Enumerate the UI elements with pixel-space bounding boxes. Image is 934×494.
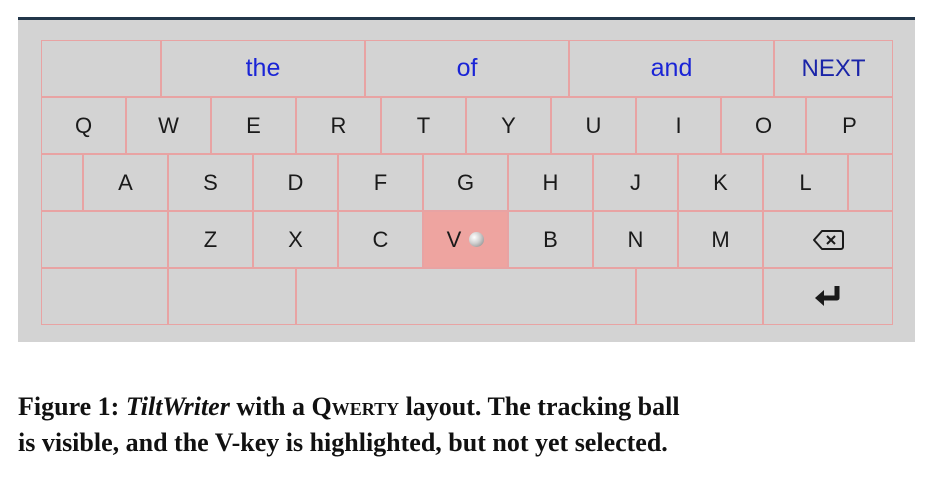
key-x[interactable]: X	[253, 211, 338, 268]
figure-caption-line-1: Figure 1: TiltWriter with a Qwerty layou…	[18, 390, 918, 424]
space-bar[interactable]	[296, 268, 636, 325]
key-y[interactable]: Y	[466, 97, 551, 154]
caption-prefix: Figure 1:	[18, 392, 126, 421]
suggestion-of[interactable]: of	[365, 40, 569, 97]
key-z[interactable]: Z	[168, 211, 253, 268]
figure-caption-line-2: is visible, and the V-key is highlighted…	[18, 428, 668, 457]
key-f[interactable]: F	[338, 154, 423, 211]
key-row-2: A S D F G H J K L	[41, 154, 893, 211]
key-l[interactable]: L	[763, 154, 848, 211]
key-s[interactable]: S	[168, 154, 253, 211]
suggestion-the[interactable]: the	[161, 40, 365, 97]
suggestion-bar: the of and NEXT	[41, 40, 893, 97]
row-2-right-spacer	[848, 154, 893, 211]
next-button[interactable]: NEXT	[774, 40, 893, 97]
keyboard: the of and NEXT Q W E R T Y U I O P A S …	[18, 17, 915, 342]
caption-middle: with a	[229, 392, 312, 421]
key-d[interactable]: D	[253, 154, 338, 211]
bottom-second-key[interactable]	[168, 268, 296, 325]
key-h[interactable]: H	[508, 154, 593, 211]
caption-line1-end: layout. The tracking ball	[399, 392, 680, 421]
key-c[interactable]: C	[338, 211, 423, 268]
key-row-4	[41, 268, 893, 325]
caption-app-name: TiltWriter	[125, 392, 230, 421]
bottom-left-key[interactable]	[41, 268, 168, 325]
key-n[interactable]: N	[593, 211, 678, 268]
key-u[interactable]: U	[551, 97, 636, 154]
key-w[interactable]: W	[126, 97, 211, 154]
row-2-left-spacer	[41, 154, 83, 211]
tracking-ball	[469, 232, 485, 247]
backspace-key[interactable]	[763, 211, 893, 268]
key-v-highlighted[interactable]: V	[423, 211, 508, 268]
key-i[interactable]: I	[636, 97, 721, 154]
suggestion-empty-slot	[41, 40, 161, 97]
key-r[interactable]: R	[296, 97, 381, 154]
key-b[interactable]: B	[508, 211, 593, 268]
suggestion-and[interactable]: and	[569, 40, 774, 97]
key-row-1: Q W E R T Y U I O P	[41, 97, 893, 154]
key-k[interactable]: K	[678, 154, 763, 211]
key-e[interactable]: E	[211, 97, 296, 154]
key-row-3: Z X C V B N M	[41, 211, 893, 268]
key-t[interactable]: T	[381, 97, 466, 154]
key-g[interactable]: G	[423, 154, 508, 211]
key-j[interactable]: J	[593, 154, 678, 211]
key-a[interactable]: A	[83, 154, 168, 211]
caption-layout-name: Qwerty	[311, 392, 400, 421]
backspace-icon	[813, 229, 844, 250]
bottom-right-key[interactable]	[636, 268, 763, 325]
enter-key[interactable]	[763, 268, 893, 325]
key-q[interactable]: Q	[41, 97, 126, 154]
key-p[interactable]: P	[806, 97, 893, 154]
enter-icon	[815, 285, 840, 306]
key-m[interactable]: M	[678, 211, 763, 268]
key-v-label: V	[446, 226, 462, 252]
key-o[interactable]: O	[721, 97, 806, 154]
row-3-left-spacer	[41, 211, 168, 268]
